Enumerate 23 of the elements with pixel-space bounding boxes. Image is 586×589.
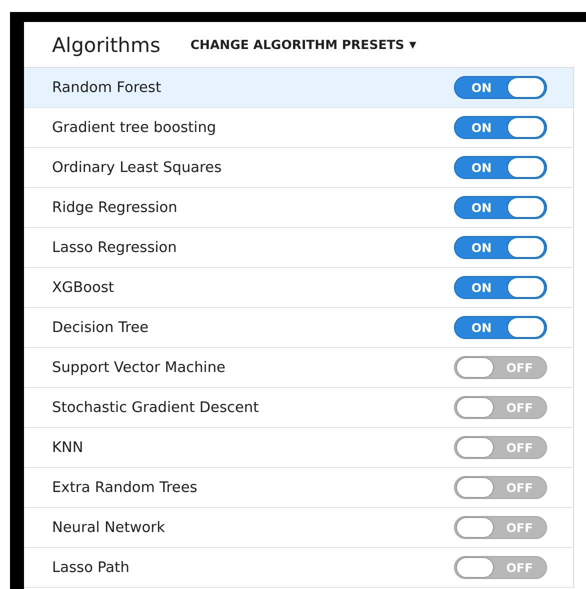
algorithm-name: Neural Network [52, 520, 165, 536]
algorithm-name: KNN [52, 440, 84, 456]
toggle-switch[interactable]: ON [454, 156, 547, 179]
algorithm-name: Extra Random Trees [52, 480, 198, 496]
toggle-switch[interactable]: ON [454, 316, 547, 339]
presets-dropdown[interactable]: CHANGE ALGORITHM PRESETS ▾ [190, 36, 416, 52]
algorithm-name: Support Vector Machine [52, 360, 226, 376]
algorithm-name: Ridge Regression [52, 200, 178, 216]
algorithm-name: Stochastic Gradient Descent [52, 400, 259, 416]
panel-title: Algorithms [52, 32, 160, 56]
algorithm-name: Gradient tree boosting [52, 120, 216, 136]
toggle-switch[interactable]: ON [454, 236, 547, 259]
toggle-switch[interactable]: ON [454, 116, 547, 139]
toggle-switch[interactable]: ON [454, 76, 547, 99]
algorithm-name: Lasso Path [52, 560, 130, 576]
algorithm-row[interactable]: Random Forest ON [24, 68, 573, 108]
algorithm-name: XGBoost [52, 280, 114, 296]
algorithm-name: Ordinary Least Squares [52, 160, 222, 176]
algorithm-name: Random Forest [52, 80, 162, 96]
algorithm-name: Lasso Regression [52, 240, 177, 256]
toggle-switch[interactable]: ON [454, 196, 547, 219]
toggle-switch[interactable]: ON [454, 276, 547, 299]
algorithm-name: Decision Tree [52, 320, 149, 336]
